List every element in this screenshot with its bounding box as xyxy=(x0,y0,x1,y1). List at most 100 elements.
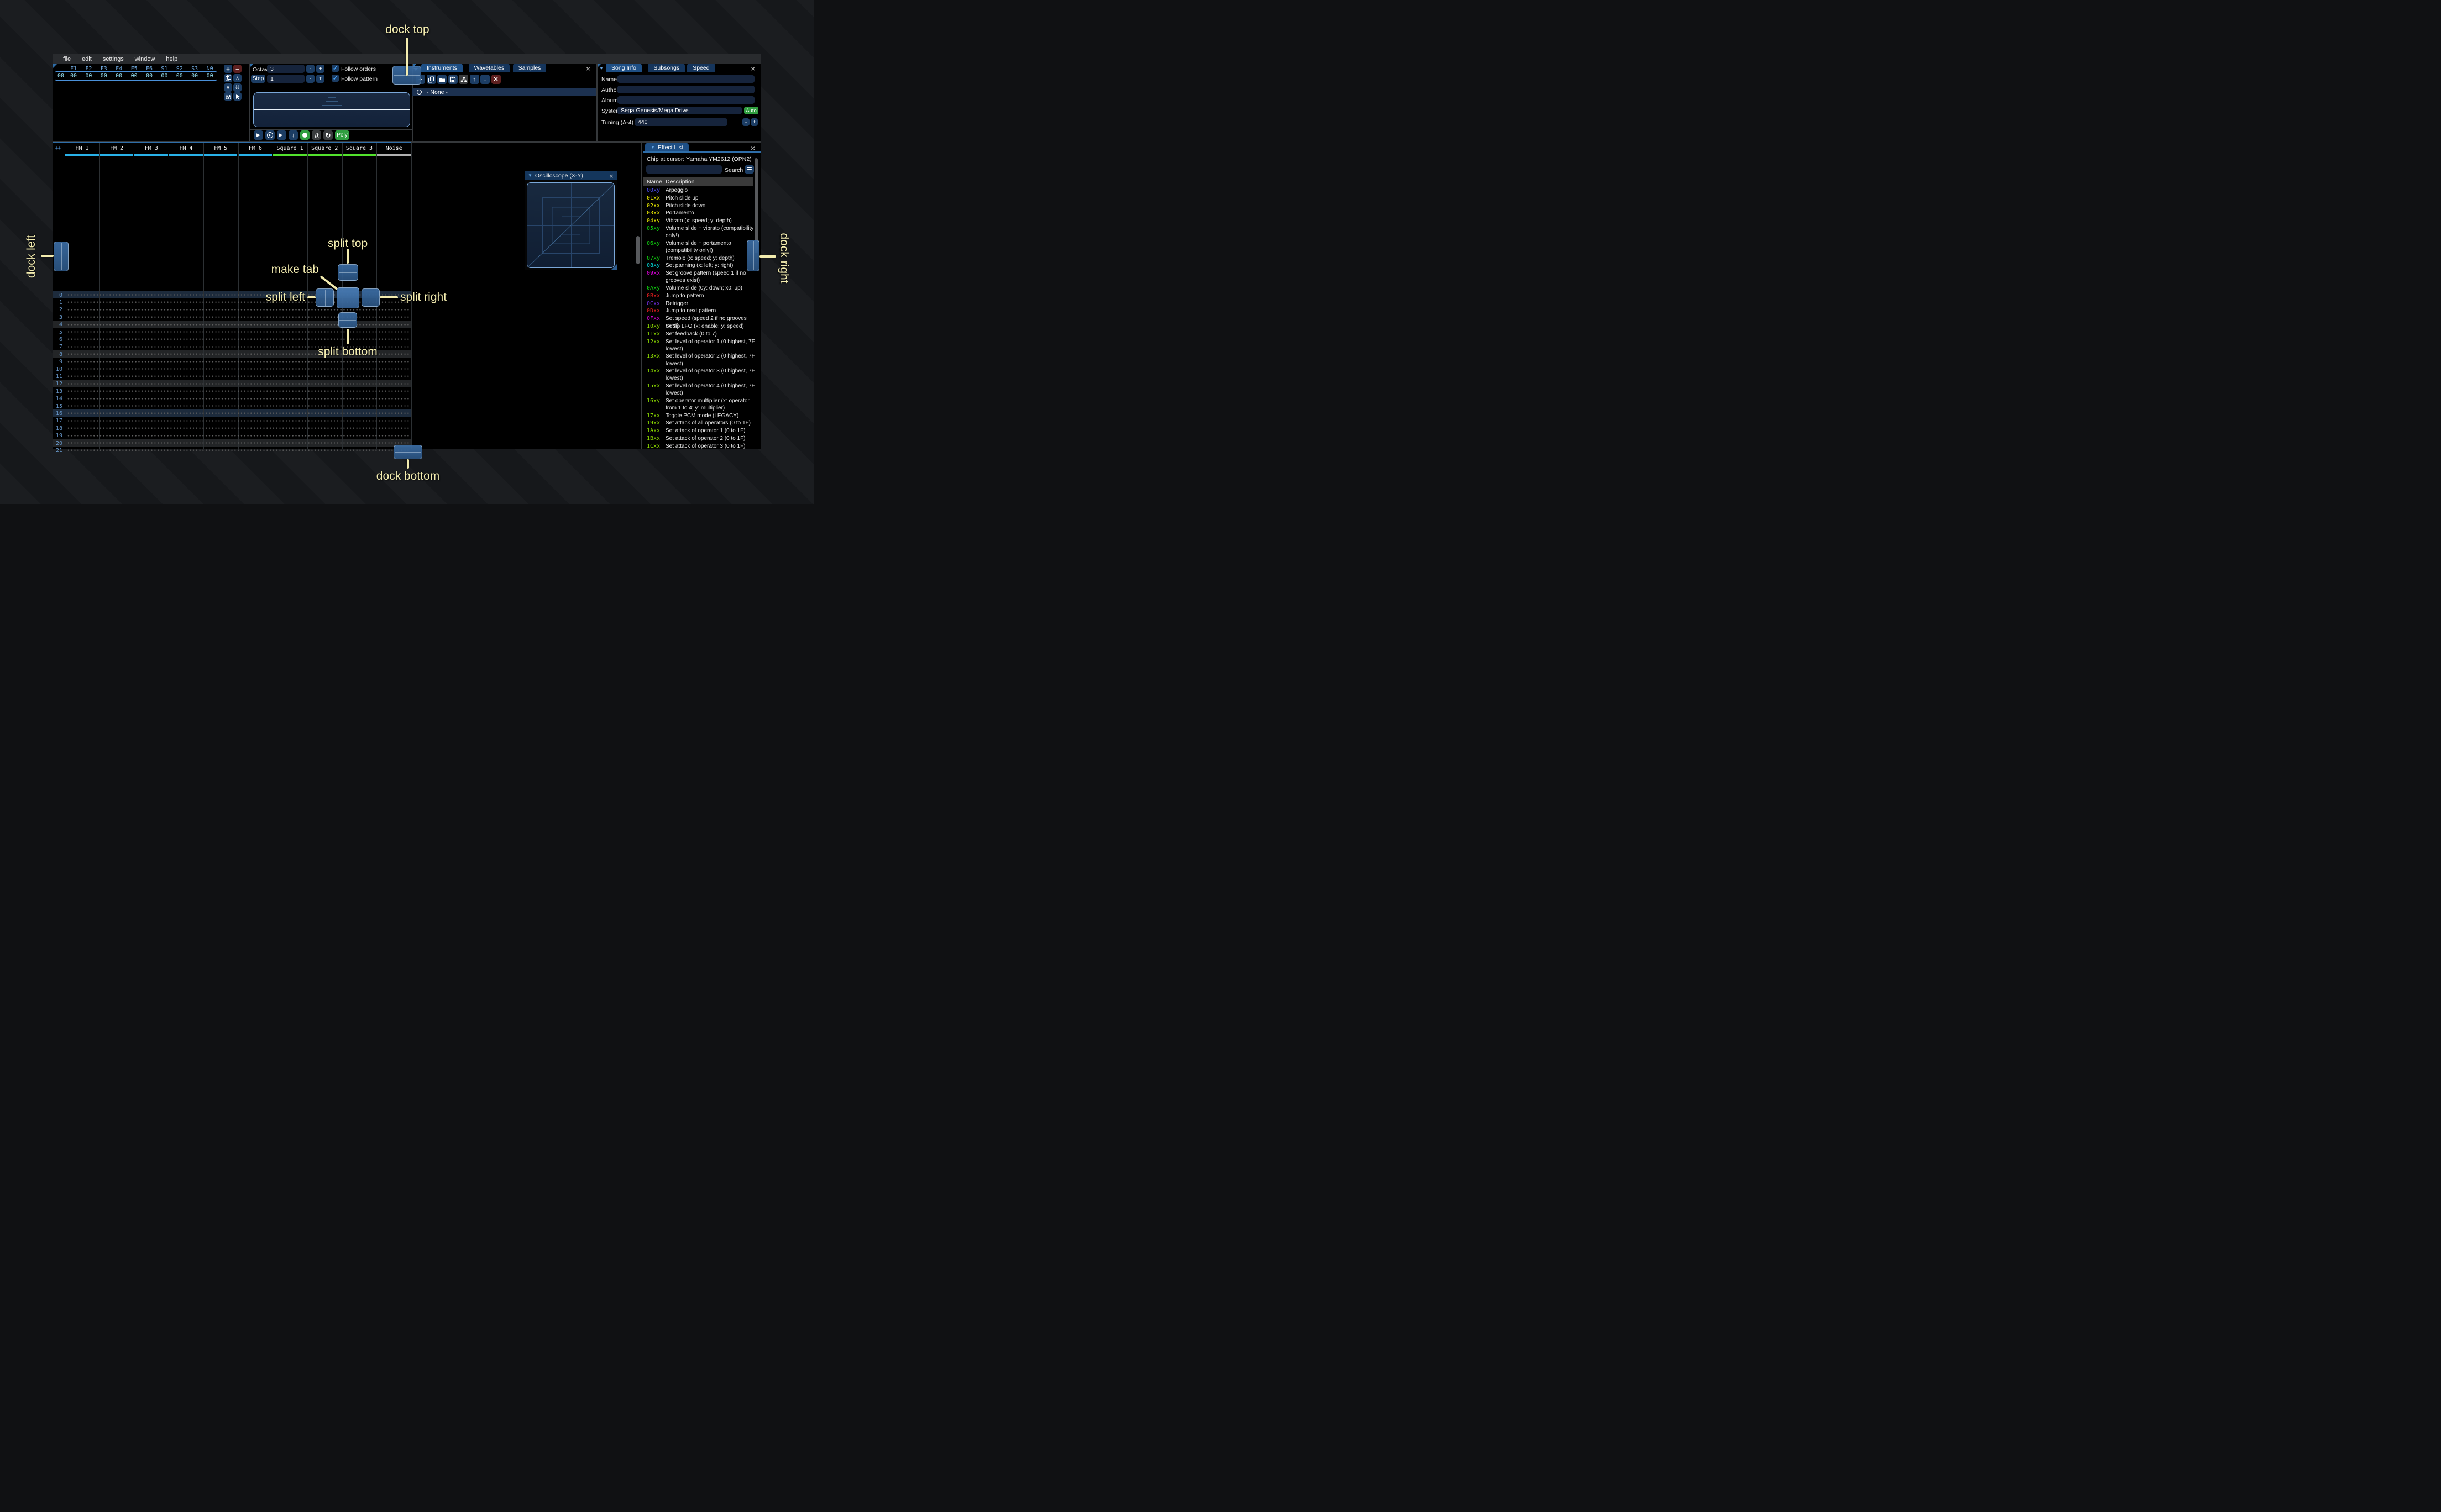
pattern-row[interactable] xyxy=(66,335,410,343)
pattern-row-number[interactable]: 15 xyxy=(53,403,62,410)
instrument-list-item[interactable]: - None - xyxy=(412,88,596,96)
split-target-top[interactable] xyxy=(338,264,358,281)
name-field[interactable] xyxy=(617,75,755,83)
octave-minus-button[interactable]: - xyxy=(306,65,315,73)
effect-search-input[interactable] xyxy=(646,165,722,174)
album-field[interactable] xyxy=(617,96,755,104)
menu-item-file[interactable]: file xyxy=(57,56,76,62)
duplicate-order-end-button[interactable]: ⇊ xyxy=(233,83,242,92)
pattern-row[interactable] xyxy=(66,439,410,447)
duplicate-order-button[interactable] xyxy=(224,74,232,82)
pattern-row-number[interactable]: 10 xyxy=(53,366,62,372)
step-input[interactable]: 1 xyxy=(267,75,305,83)
split-target-left[interactable] xyxy=(316,288,334,307)
channel-header-noise[interactable]: Noise xyxy=(376,145,411,151)
play-button[interactable]: ▶ xyxy=(254,130,263,140)
channel-header-fm-1[interactable]: FM 1 xyxy=(65,145,99,151)
pattern-row-number[interactable]: 13 xyxy=(53,389,62,395)
close-icon[interactable]: × xyxy=(751,144,755,152)
order-change-mode-button[interactable] xyxy=(233,92,242,101)
follow-pattern-checkbox[interactable]: ✓ xyxy=(332,75,339,82)
effect-row[interactable]: 00xy Arpeggio xyxy=(643,187,755,195)
menu-item-edit[interactable]: edit xyxy=(76,56,97,62)
dock-splitter[interactable] xyxy=(641,143,642,449)
pattern-row[interactable] xyxy=(66,402,410,410)
pattern-row-number[interactable]: 5 xyxy=(53,329,62,335)
collapse-icon[interactable]: ▼ xyxy=(651,145,655,150)
effect-row[interactable]: 16xy Set operator multiplier (x: operator… xyxy=(643,397,755,412)
effect-row[interactable]: 01xx Pitch slide up xyxy=(643,195,755,202)
duplicate-instrument-button[interactable] xyxy=(426,75,436,84)
play-pattern-button[interactable]: ▶ xyxy=(265,130,275,140)
instrument-dir-button[interactable] xyxy=(459,75,468,84)
step-label-button[interactable]: Step xyxy=(251,75,265,83)
channel-header-square-3[interactable]: Square 3 xyxy=(342,145,377,151)
radio-icon[interactable] xyxy=(417,90,422,95)
pattern-row[interactable] xyxy=(66,358,410,365)
auto-system-button[interactable]: Auto xyxy=(744,107,758,114)
tab-wavetables[interactable]: Wavetables xyxy=(468,64,510,72)
effect-list-scrollbar[interactable] xyxy=(755,158,758,253)
pattern-row[interactable] xyxy=(66,432,410,439)
move-instrument-down-button[interactable]: ↓ xyxy=(480,75,490,84)
pattern-row[interactable] xyxy=(66,447,410,454)
pattern-row[interactable] xyxy=(66,328,410,336)
pattern-row-number[interactable]: 12 xyxy=(53,381,62,387)
effect-row[interactable]: 04xy Vibrato (x: speed; y: depth) xyxy=(643,217,755,225)
effect-row[interactable]: 0Bxx Jump to pattern xyxy=(643,292,755,300)
tab-song-info[interactable]: Song Info xyxy=(606,64,642,72)
pattern-row-number[interactable]: 17 xyxy=(53,418,62,424)
pattern-row[interactable] xyxy=(66,321,410,328)
author-field[interactable] xyxy=(617,86,755,93)
tuning-plus-button[interactable]: + xyxy=(751,118,758,126)
channel-header-fm-5[interactable]: FM 5 xyxy=(203,145,238,151)
deep-clone-order-button[interactable] xyxy=(224,92,232,101)
add-channel-button[interactable]: ++ xyxy=(55,145,61,151)
save-instrument-button[interactable] xyxy=(448,75,458,84)
oscilloscope-waveform[interactable] xyxy=(253,92,410,127)
follow-orders-checkbox[interactable]: ✓ xyxy=(332,65,339,72)
pattern-row-number[interactable]: 19 xyxy=(53,433,62,439)
channel-header-square-2[interactable]: Square 2 xyxy=(307,145,342,151)
octave-plus-button[interactable]: + xyxy=(316,65,324,73)
effect-row[interactable]: 10xy Setup LFO (x: enable; y: speed) xyxy=(643,323,755,330)
repeat-pattern-button[interactable]: ↻ xyxy=(323,130,333,140)
tab-instruments[interactable]: Instruments xyxy=(421,64,463,72)
effect-row[interactable]: 11xx Set feedback (0 to 7) xyxy=(643,330,755,338)
dock-target-left[interactable] xyxy=(54,242,69,271)
pattern-row-number[interactable]: 16 xyxy=(53,411,62,417)
tab-effect-list[interactable]: ▼ Effect List xyxy=(645,143,689,151)
pattern-row-number[interactable]: 6 xyxy=(53,337,62,343)
pattern-row-number[interactable]: 1 xyxy=(53,300,62,306)
effect-row[interactable]: 0Fxx Set speed (speed 2 if no grooves exi… xyxy=(643,315,755,329)
effect-row[interactable]: 13xx Set level of operator 2 (0 highest, … xyxy=(643,353,755,368)
tab-subsongs[interactable]: Subsongs xyxy=(648,64,685,72)
play-from-cursor-button[interactable]: ▶ xyxy=(277,130,286,140)
move-order-up-button[interactable]: ∧ xyxy=(233,74,242,82)
effect-row[interactable]: 0Dxx Jump to next pattern xyxy=(643,307,755,315)
step-minus-button[interactable]: - xyxy=(306,75,315,83)
split-target-bottom[interactable] xyxy=(338,312,357,328)
pattern-row[interactable] xyxy=(66,313,410,321)
pattern-row[interactable] xyxy=(66,424,410,432)
move-instrument-up-button[interactable]: ↑ xyxy=(469,75,479,84)
split-target-right[interactable] xyxy=(362,288,380,307)
effect-row[interactable]: 02xx Pitch slide down xyxy=(643,202,755,210)
move-order-down-button[interactable]: ∨ xyxy=(224,83,232,92)
effect-row[interactable]: 06xy Volume slide + portamento (compatibi… xyxy=(643,240,755,255)
pattern-row-number[interactable]: 8 xyxy=(53,351,62,358)
tuning-field[interactable]: 440 xyxy=(635,118,727,126)
tuning-minus-button[interactable]: - xyxy=(742,118,750,126)
tab-speed[interactable]: Speed xyxy=(687,64,715,72)
close-icon[interactable]: × xyxy=(609,172,614,180)
effect-row[interactable]: 17xx Toggle PCM mode (LEGACY) xyxy=(643,412,755,420)
pattern-row-number[interactable]: 4 xyxy=(53,322,62,328)
effect-row[interactable]: 07xy Tremolo (x: speed; y: depth) xyxy=(643,255,755,262)
effect-row[interactable]: 09xx Set groove pattern (speed 1 if no gr… xyxy=(643,270,755,285)
pattern-row-number[interactable]: 11 xyxy=(53,374,62,380)
remove-order-button[interactable]: − xyxy=(233,65,242,73)
pattern-row[interactable] xyxy=(66,387,410,395)
effect-row[interactable]: 03xx Portamento xyxy=(643,209,755,217)
pattern-row[interactable] xyxy=(66,380,410,388)
effect-row[interactable]: 1Bxx Set attack of operator 2 (0 to 1F) xyxy=(643,435,755,443)
